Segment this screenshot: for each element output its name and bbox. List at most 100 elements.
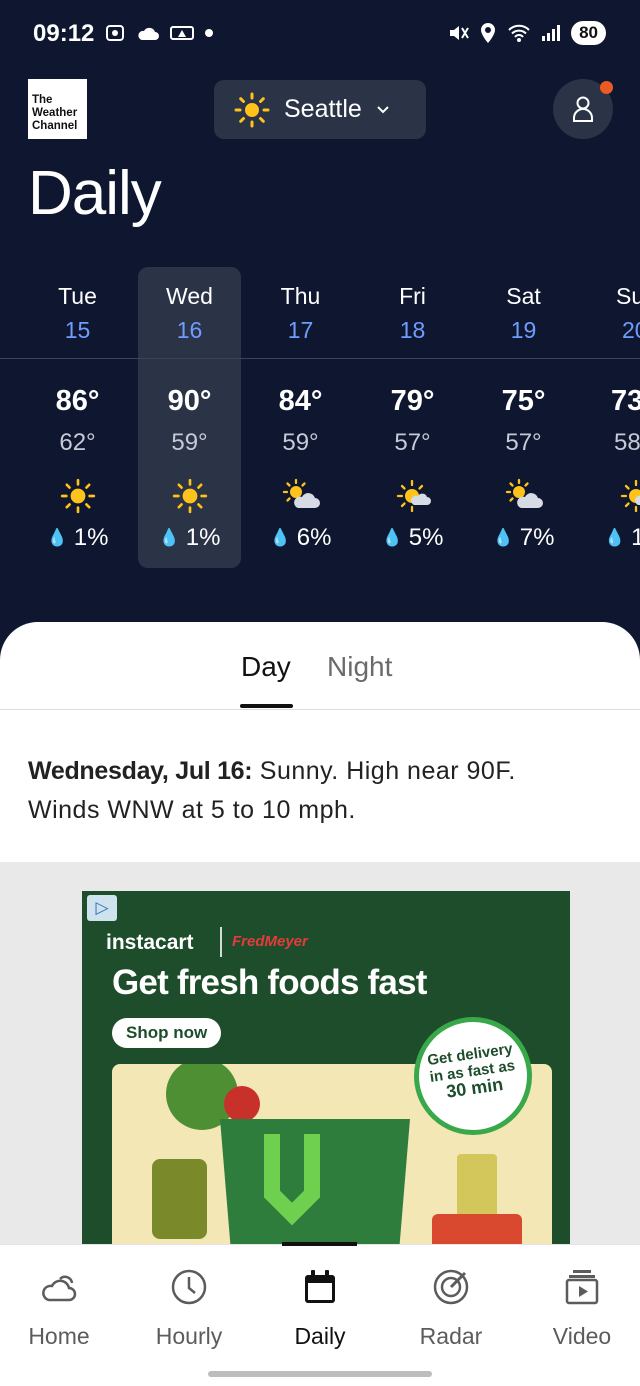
- nav-daily-label: Daily: [294, 1323, 346, 1349]
- logo-line-3: Channel: [32, 120, 78, 132]
- wifi-icon: [508, 24, 530, 42]
- dot-icon: [205, 29, 213, 37]
- high-temp: 84°: [278, 385, 323, 417]
- nav-home[interactable]: Home: [0, 1265, 119, 1365]
- nav-hourly[interactable]: Hourly: [129, 1265, 249, 1365]
- high-temp: 75°: [501, 385, 546, 417]
- day-date: 17: [287, 317, 314, 343]
- ad-brand: instacart: [106, 931, 194, 954]
- weather-channel-logo[interactable]: The Weather Channel: [28, 79, 87, 139]
- precip-chance: 💧 7%: [472, 524, 575, 552]
- high-temp: 73: [611, 385, 640, 417]
- ad-container: ▷ instacart FredMeyer Get fresh foods fa…: [0, 862, 640, 1251]
- nav-home-label: Home: [28, 1323, 90, 1349]
- status-right-icons: 80: [447, 21, 606, 45]
- forecast-narrative: Wednesday, Jul 16: Sunny. High near 90F.…: [28, 752, 588, 830]
- day-of-week: Su: [616, 283, 640, 309]
- raindrop-icon: 💧: [158, 528, 180, 547]
- forecast-day-card[interactable]: Tue 15 86° 62° 💧 1%: [26, 267, 129, 568]
- raindrop-icon: 💧: [381, 528, 403, 547]
- day-date: 15: [64, 317, 91, 343]
- logo-line-2: Weather: [32, 107, 78, 119]
- status-time: 09:12: [33, 20, 95, 47]
- low-temp: 58: [614, 429, 640, 456]
- precip-chance: 💧 1%: [26, 524, 129, 552]
- day-of-week: Wed: [166, 283, 213, 309]
- partly-cloudy-icon: [282, 478, 320, 508]
- screenshot-icon: [106, 25, 124, 41]
- tab-day[interactable]: Day: [241, 651, 291, 683]
- cloud-icon: [138, 27, 159, 40]
- high-temp: 90°: [167, 385, 212, 417]
- sun-icon: [60, 478, 95, 514]
- day-date: 18: [399, 317, 426, 343]
- day-date: 16: [176, 317, 203, 343]
- ad-headline: Get fresh foods fast: [112, 963, 427, 1002]
- adchoices-icon[interactable]: ▷: [87, 895, 117, 921]
- bottom-navigation: Home Hourly Daily Radar Video: [0, 1242, 640, 1386]
- forecast-day-card[interactable]: Su 20 73 58 💧 10: [584, 267, 640, 568]
- mlb-icon: [170, 26, 194, 40]
- precip-value: 1%: [73, 524, 109, 551]
- location-selector-button[interactable]: Seattle: [214, 80, 426, 139]
- high-temp: 79°: [390, 385, 435, 417]
- daily-forecast-strip[interactable]: Tue 15 86° 62° 💧 1% Wed 16 90° 59° 💧 1% Th…: [0, 267, 640, 572]
- day-night-tabs: Day Night: [0, 622, 640, 710]
- precip-value: 7%: [519, 524, 555, 551]
- active-tab-indicator: [240, 704, 293, 708]
- raindrop-icon: 💧: [269, 528, 291, 547]
- location-icon: [481, 23, 496, 43]
- radar-icon: [433, 1269, 469, 1305]
- nav-video[interactable]: Video: [522, 1265, 640, 1365]
- precip-value: 10: [631, 524, 640, 551]
- clock-icon: [171, 1269, 207, 1305]
- precip-chance: 💧 6%: [249, 524, 352, 552]
- mostly-sunny-icon: [620, 479, 640, 513]
- narrative-heading: Wednesday, Jul 16:: [28, 757, 253, 785]
- high-temp: 86°: [55, 385, 100, 417]
- notification-dot: [600, 81, 613, 94]
- profile-button[interactable]: [553, 79, 613, 139]
- forecast-day-card[interactable]: Sat 19 75° 57° 💧 7%: [472, 267, 575, 568]
- nav-hourly-label: Hourly: [155, 1323, 223, 1349]
- location-name: Seattle: [284, 95, 362, 123]
- mostly-sunny-icon: [396, 479, 431, 513]
- raindrop-icon: 💧: [492, 528, 514, 547]
- advertisement-banner[interactable]: ▷ instacart FredMeyer Get fresh foods fa…: [82, 891, 570, 1251]
- status-bar: 09:12 80: [0, 0, 640, 66]
- forecast-day-card-selected[interactable]: Wed 16 90° 59° 💧 1%: [138, 267, 241, 568]
- person-icon: [573, 96, 593, 122]
- tab-night[interactable]: Night: [327, 651, 392, 683]
- nav-radar[interactable]: Radar: [391, 1265, 511, 1365]
- forecast-day-card[interactable]: Fri 18 79° 57° 💧 5%: [361, 267, 464, 568]
- sun-icon: [172, 478, 207, 514]
- day-of-week: Tue: [58, 283, 97, 309]
- low-temp: 62°: [59, 429, 96, 456]
- ad-shop-now-button[interactable]: Shop now: [112, 1018, 222, 1048]
- chevron-down-icon: [377, 105, 389, 113]
- precip-chance: 💧 1%: [138, 524, 241, 552]
- low-temp: 59°: [282, 429, 319, 456]
- precip-chance: 💧 10: [604, 524, 640, 552]
- nav-daily[interactable]: Daily: [260, 1265, 380, 1365]
- raindrop-icon: 💧: [604, 528, 626, 547]
- home-indicator[interactable]: [208, 1371, 432, 1377]
- page-title: Daily: [28, 159, 162, 228]
- precip-value: 1%: [185, 524, 221, 551]
- forecast-day-card[interactable]: Thu 17 84° 59° 💧 6%: [249, 267, 352, 568]
- nav-active-indicator: [282, 1242, 357, 1246]
- nav-radar-label: Radar: [419, 1323, 483, 1349]
- day-of-week: Sat: [506, 283, 541, 309]
- low-temp: 59°: [171, 429, 208, 456]
- mute-icon: [450, 26, 469, 40]
- battery-indicator: 80: [571, 21, 606, 45]
- logo-line-1: The: [32, 94, 53, 106]
- day-of-week: Thu: [280, 283, 321, 309]
- precip-value: 5%: [408, 524, 444, 551]
- cloud-sun-icon: [42, 1275, 77, 1302]
- calendar-icon: [305, 1270, 335, 1303]
- video-icon: [565, 1270, 599, 1305]
- partly-cloudy-icon: [505, 478, 543, 508]
- forecast-divider: [0, 358, 640, 359]
- nav-video-label: Video: [552, 1323, 612, 1349]
